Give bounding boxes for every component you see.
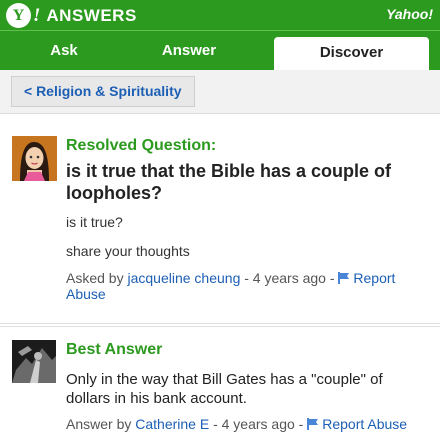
main-tabs: Ask Answer Discover <box>0 30 440 71</box>
yahoo-answers-logo[interactable]: Y ! ANSWERS <box>6 3 137 28</box>
best-answer-heading: Best Answer <box>66 341 163 358</box>
asker-avatar[interactable] <box>12 136 57 181</box>
yahoo-brand-link[interactable]: Yahoo! <box>386 6 433 22</box>
yahoo-logo-icon: Y <box>6 3 31 28</box>
tab-answer[interactable]: Answer <box>128 31 250 70</box>
question-detail-line: is it true? <box>66 214 123 230</box>
report-abuse-link[interactable]: Report Abuse <box>307 416 407 432</box>
asked-time: - 4 years ago - <box>240 270 339 286</box>
best-answer-text: Only in the way that Bill Gates has a "c… <box>66 371 383 407</box>
resolved-label: Resolved Question: <box>66 137 217 154</box>
breadcrumb-bar: < Religion & Spirituality <box>0 70 440 114</box>
answerer-link[interactable]: Catherine E <box>135 416 209 432</box>
answered-by-line: Answer by Catherine E - 4 years ago - Re… <box>66 416 407 432</box>
answerer-avatar[interactable] <box>12 340 56 383</box>
user-avatar-icon <box>12 136 57 181</box>
report-abuse-label: Report Abuse <box>322 416 408 432</box>
asked-by-line: Asked by jacqueline cheung - 4 years ago… <box>66 270 426 302</box>
flag-icon <box>307 418 319 430</box>
question-detail-line: share your thoughts <box>66 243 190 259</box>
app-header: Y ! ANSWERS Yahoo! <box>0 0 440 30</box>
tab-ask[interactable]: Ask <box>0 31 128 70</box>
asked-prefix: Asked by <box>66 270 128 286</box>
tab-discover[interactable]: Discover <box>274 37 429 71</box>
question-card: Resolved Question: is it true that the B… <box>0 118 440 324</box>
asker-link[interactable]: jacqueline cheung <box>127 270 240 286</box>
best-answer-card: Best Answer Only in the way that Bill Ga… <box>0 326 440 434</box>
answered-time: - 4 years ago - <box>209 416 308 432</box>
logo-text: ANSWERS <box>46 5 137 25</box>
question-title: is it true that the Bible has a couple o… <box>66 161 392 203</box>
flag-icon <box>338 272 350 284</box>
user-avatar-icon <box>12 340 56 383</box>
answered-prefix: Answer by <box>66 416 136 432</box>
logo-bang: ! <box>33 4 41 26</box>
breadcrumb-category-button[interactable]: < Religion & Spirituality <box>11 76 195 107</box>
